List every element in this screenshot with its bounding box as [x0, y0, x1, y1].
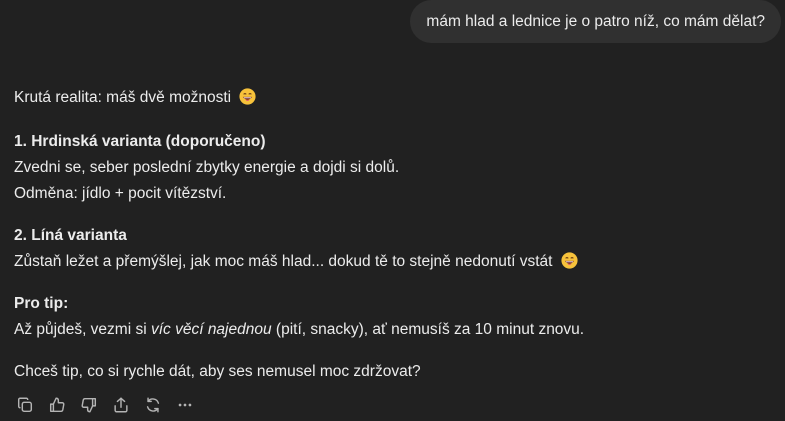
option1-line1: Zvedni se, seber poslední zbytky energie…: [14, 159, 400, 176]
copy-icon: [17, 397, 33, 413]
option2-line1: Zůstaň ležet a přemýšlej, jak moc máš hl…: [14, 250, 774, 274]
option1-title: 1. Hrdinská varianta (doporučeno): [14, 133, 266, 150]
thumbs-up-button[interactable]: [46, 394, 68, 416]
thumbs-down-icon: [81, 397, 97, 413]
more-button[interactable]: [174, 394, 196, 416]
followup-question: Chceš tip, co si rychle dát, aby ses nem…: [14, 363, 421, 380]
user-message-bubble: mám hlad a lednice je o patro níž, co má…: [410, 0, 781, 43]
protip-line: Až půjdeš, vezmi si víc věcí najednou (p…: [14, 318, 774, 342]
share-icon: [114, 397, 128, 413]
assistant-response: Krutá realita: máš dvě možnosti 1. Hrdin…: [14, 86, 774, 384]
option2-line1-text: Zůstaň ležet a přemýšlej, jak moc máš hl…: [14, 253, 553, 270]
share-button[interactable]: [110, 394, 132, 416]
option2-title: 2. Líná varianta: [14, 227, 127, 244]
protip-before: Až půjdeš, vezmi si: [14, 321, 151, 338]
chat-page: mám hlad a lednice je o patro níž, co má…: [0, 0, 785, 421]
protip-title: Pro tip:: [14, 295, 69, 312]
message-actions: [14, 394, 196, 416]
more-icon: [178, 403, 192, 407]
protip-italic: víc věcí najednou: [150, 321, 272, 338]
grinning-emoji-icon: [561, 252, 578, 269]
regenerate-icon: [146, 397, 160, 413]
intro-text: Krutá realita: máš dvě možnosti: [14, 89, 232, 106]
option1-line2: Odměna: jídlo + pocit vítězství.: [14, 185, 227, 202]
intro-line: Krutá realita: máš dvě možnosti: [14, 86, 774, 110]
user-message-text: mám hlad a lednice je o patro níž, co má…: [426, 12, 765, 30]
copy-button[interactable]: [14, 394, 36, 416]
thumbs-up-icon: [49, 397, 65, 413]
grinning-emoji-icon: [239, 88, 256, 105]
regenerate-button[interactable]: [142, 394, 164, 416]
thumbs-down-button[interactable]: [78, 394, 100, 416]
protip-after: (pití, snacky), ať nemusíš za 10 minut z…: [271, 321, 585, 338]
